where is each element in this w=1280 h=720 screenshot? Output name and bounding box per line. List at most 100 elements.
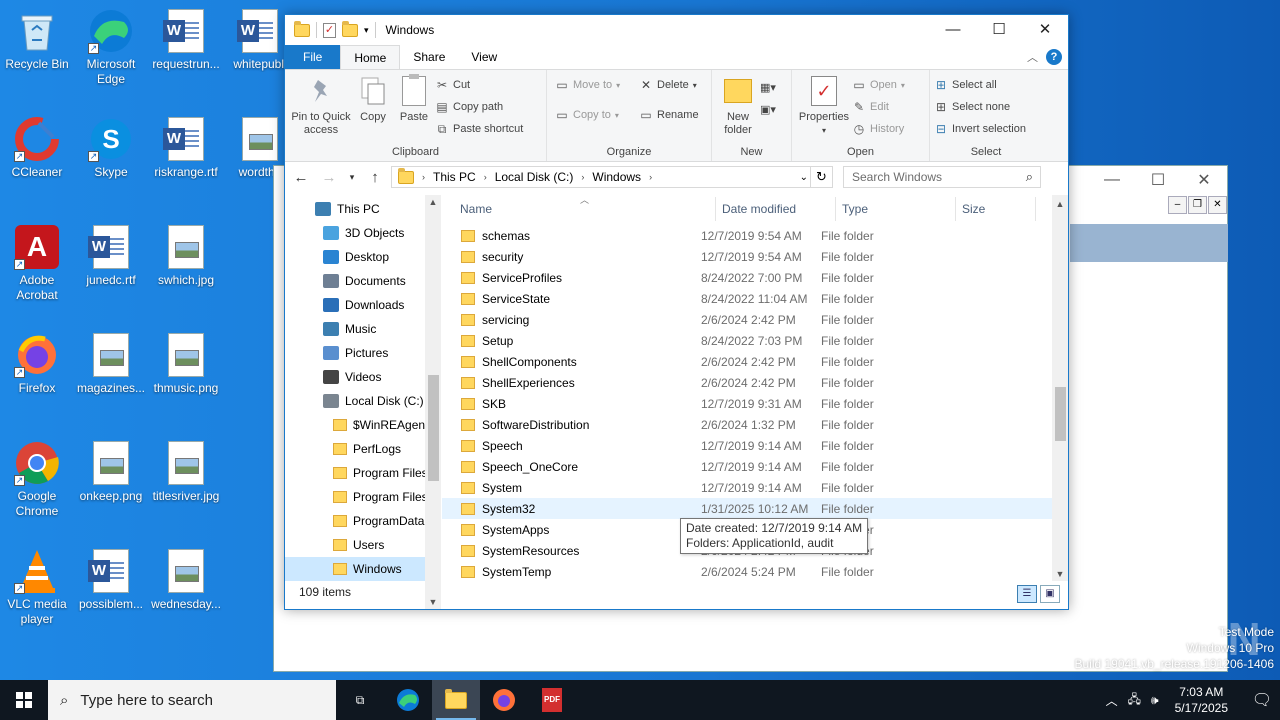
new-item-icon[interactable]: ▦▾ bbox=[760, 78, 776, 96]
nav-item[interactable]: Users bbox=[285, 533, 441, 557]
desktop-icon-junedc[interactable]: W junedc.rtf bbox=[74, 224, 148, 288]
show-hidden-icons[interactable]: ︿ bbox=[1106, 692, 1118, 709]
collapse-ribbon-icon[interactable]: ︿ bbox=[1027, 49, 1038, 65]
nav-item[interactable]: Desktop bbox=[285, 245, 441, 269]
nav-item[interactable]: Documents bbox=[285, 269, 441, 293]
file-row[interactable]: ServiceState 8/24/2022 11:04 AM File folde… bbox=[442, 288, 1068, 309]
properties-icon[interactable]: ✓ bbox=[323, 22, 336, 38]
scroll-up-icon[interactable]: ▲ bbox=[425, 197, 441, 207]
desktop-icon-skype[interactable]: S ↗ Skype bbox=[74, 116, 148, 180]
desktop-icon-onkeep[interactable]: onkeep.png bbox=[74, 440, 148, 504]
taskbar-search-input[interactable]: ⌕ Type here to search bbox=[48, 680, 336, 720]
file-row[interactable]: security 12/7/2019 9:54 AM File folder bbox=[442, 246, 1068, 267]
nav-item[interactable]: Pictures bbox=[285, 341, 441, 365]
scroll-up-icon[interactable]: ▲ bbox=[1052, 199, 1068, 209]
file-row[interactable]: Speech_OneCore 12/7/2019 9:14 AM File fold… bbox=[442, 456, 1068, 477]
taskbar-pdf-app[interactable]: PDF bbox=[528, 680, 576, 720]
chevron-right-icon[interactable]: › bbox=[422, 172, 425, 182]
file-row[interactable]: ShellComponents 2/6/2024 2:42 PM File fold… bbox=[442, 351, 1068, 372]
nav-item[interactable]: ProgramData bbox=[285, 509, 441, 533]
chevron-right-icon[interactable]: › bbox=[581, 172, 584, 182]
file-scroll-thumb[interactable] bbox=[1055, 387, 1066, 441]
search-input[interactable]: Search Windows ⌕ bbox=[843, 166, 1041, 188]
tab-home[interactable]: Home bbox=[340, 45, 401, 69]
taskbar-firefox[interactable] bbox=[480, 680, 528, 720]
rename-button[interactable]: ▭ Rename bbox=[639, 106, 698, 124]
column-type[interactable]: Type bbox=[836, 197, 956, 221]
desktop-icon-wednesday[interactable]: wednesday... bbox=[149, 548, 223, 612]
desktop-icon-recycle-bin[interactable]: Recycle Bin bbox=[0, 8, 74, 72]
nav-item[interactable]: Downloads bbox=[285, 293, 441, 317]
minimize-icon[interactable]: — bbox=[1089, 171, 1135, 189]
new-folder-icon[interactable] bbox=[342, 20, 358, 37]
breadcrumb-this-pc[interactable]: This PC bbox=[433, 170, 476, 184]
forward-button[interactable]: → bbox=[317, 169, 341, 186]
maximize-button[interactable]: ☐ bbox=[976, 15, 1022, 45]
file-row[interactable]: servicing 2/6/2024 2:42 PM File folder bbox=[442, 309, 1068, 330]
close-icon[interactable]: ✕ bbox=[1181, 170, 1227, 190]
clock[interactable]: 7:03 AM 5/17/2025 bbox=[1169, 684, 1234, 716]
help-icon[interactable]: ? bbox=[1046, 49, 1062, 65]
nav-item[interactable]: Program Files bbox=[285, 461, 441, 485]
column-date-modified[interactable]: Date modified bbox=[716, 197, 836, 221]
file-row[interactable]: Speech 12/7/2019 9:14 AM File folder bbox=[442, 435, 1068, 456]
copy-to-button[interactable]: ▭ Copy to ▾ bbox=[555, 106, 639, 124]
desktop-icon-firefox[interactable]: ↗ Firefox bbox=[0, 332, 74, 396]
nav-item[interactable]: Music bbox=[285, 317, 441, 341]
customize-qat-icon[interactable]: ▾ bbox=[364, 25, 369, 36]
refresh-icon[interactable]: ↻ bbox=[810, 167, 832, 187]
copy-path-button[interactable]: ▤ Copy path bbox=[435, 98, 523, 116]
network-icon[interactable]: 🖧 bbox=[1128, 690, 1141, 711]
notifications-icon[interactable]: 🗨 bbox=[1244, 690, 1280, 710]
nav-item[interactable]: Program Files bbox=[285, 485, 441, 509]
move-to-button[interactable]: ▭ Move to ▾ bbox=[555, 76, 639, 94]
file-row[interactable]: Setup 8/24/2022 7:03 PM File folder bbox=[442, 330, 1068, 351]
file-scrollbar[interactable]: ▲ ▼ bbox=[1052, 195, 1068, 581]
desktop-icon-riskrange[interactable]: W riskrange.rtf bbox=[149, 116, 223, 180]
start-button[interactable] bbox=[0, 680, 48, 720]
maximize-icon[interactable]: ☐ bbox=[1135, 170, 1181, 190]
nav-item[interactable]: Local Disk (C:) bbox=[285, 389, 441, 413]
back-button[interactable]: ← bbox=[289, 169, 313, 186]
chevron-right-icon[interactable]: › bbox=[649, 172, 652, 182]
desktop-icon-possiblem[interactable]: W possiblem... bbox=[74, 548, 148, 612]
nav-scrollbar[interactable]: ▲ ▼ bbox=[425, 195, 441, 609]
desktop-icon-swhich[interactable]: swhich.jpg bbox=[149, 224, 223, 288]
open-button[interactable]: ▭ Open ▾ bbox=[852, 76, 905, 94]
nav-item[interactable]: 3D Objects bbox=[285, 221, 441, 245]
close-button[interactable]: ✕ bbox=[1022, 15, 1068, 45]
tab-view[interactable]: View bbox=[458, 45, 510, 69]
paste-shortcut-button[interactable]: ⧉ Paste shortcut bbox=[435, 120, 524, 138]
file-row[interactable]: SoftwareDistribution 2/6/2024 1:32 PM File… bbox=[442, 414, 1068, 435]
cut-button[interactable]: ✂ Cut bbox=[435, 76, 523, 94]
file-row[interactable]: ServiceProfiles 8/24/2022 7:00 PM File fol… bbox=[442, 267, 1068, 288]
easy-access-icon[interactable]: ▣▾ bbox=[760, 100, 776, 118]
scroll-down-icon[interactable]: ▼ bbox=[425, 597, 441, 607]
scroll-down-icon[interactable]: ▼ bbox=[1052, 569, 1068, 579]
desktop-icon-edge[interactable]: ↗ Microsoft Edge bbox=[74, 8, 148, 87]
file-row[interactable]: schemas 12/7/2019 9:54 AM File folder bbox=[442, 225, 1068, 246]
desktop-icon-thmusic[interactable]: thmusic.png bbox=[149, 332, 223, 396]
mdi-close-icon[interactable]: ✕ bbox=[1208, 196, 1227, 214]
select-none-button[interactable]: ⊞ Select none bbox=[934, 98, 1026, 116]
invert-selection-button[interactable]: ⊟ Invert selection bbox=[934, 120, 1026, 138]
desktop-icon-magazines[interactable]: magazines... bbox=[74, 332, 148, 396]
tab-file[interactable]: File bbox=[285, 45, 341, 69]
nav-item[interactable]: $WinREAgent bbox=[285, 413, 441, 437]
delete-button[interactable]: ✕ Delete ▾ bbox=[639, 76, 699, 94]
address-dropdown-icon[interactable]: ⌄ bbox=[800, 172, 808, 183]
minimize-button[interactable]: — bbox=[930, 15, 976, 45]
mdi-minimize-icon[interactable]: – bbox=[1168, 196, 1187, 214]
taskbar-file-explorer[interactable] bbox=[432, 680, 480, 720]
up-button[interactable]: ↑ bbox=[363, 169, 387, 186]
file-row[interactable]: System 12/7/2019 9:14 AM File folder bbox=[442, 477, 1068, 498]
breadcrumb-windows[interactable]: Windows bbox=[592, 170, 641, 184]
chevron-right-icon[interactable]: › bbox=[484, 172, 487, 182]
nav-item[interactable]: This PC bbox=[285, 197, 441, 221]
details-view-icon[interactable]: ☰ bbox=[1017, 585, 1037, 603]
breadcrumb-local-disk[interactable]: Local Disk (C:) bbox=[495, 170, 574, 184]
desktop-icon-adobe-acrobat[interactable]: A ↗ Adobe Acrobat bbox=[0, 224, 74, 303]
desktop-icon-titlesriver[interactable]: titlesriver.jpg bbox=[149, 440, 223, 504]
nav-item[interactable]: Videos bbox=[285, 365, 441, 389]
column-size[interactable]: Size bbox=[956, 197, 1036, 221]
